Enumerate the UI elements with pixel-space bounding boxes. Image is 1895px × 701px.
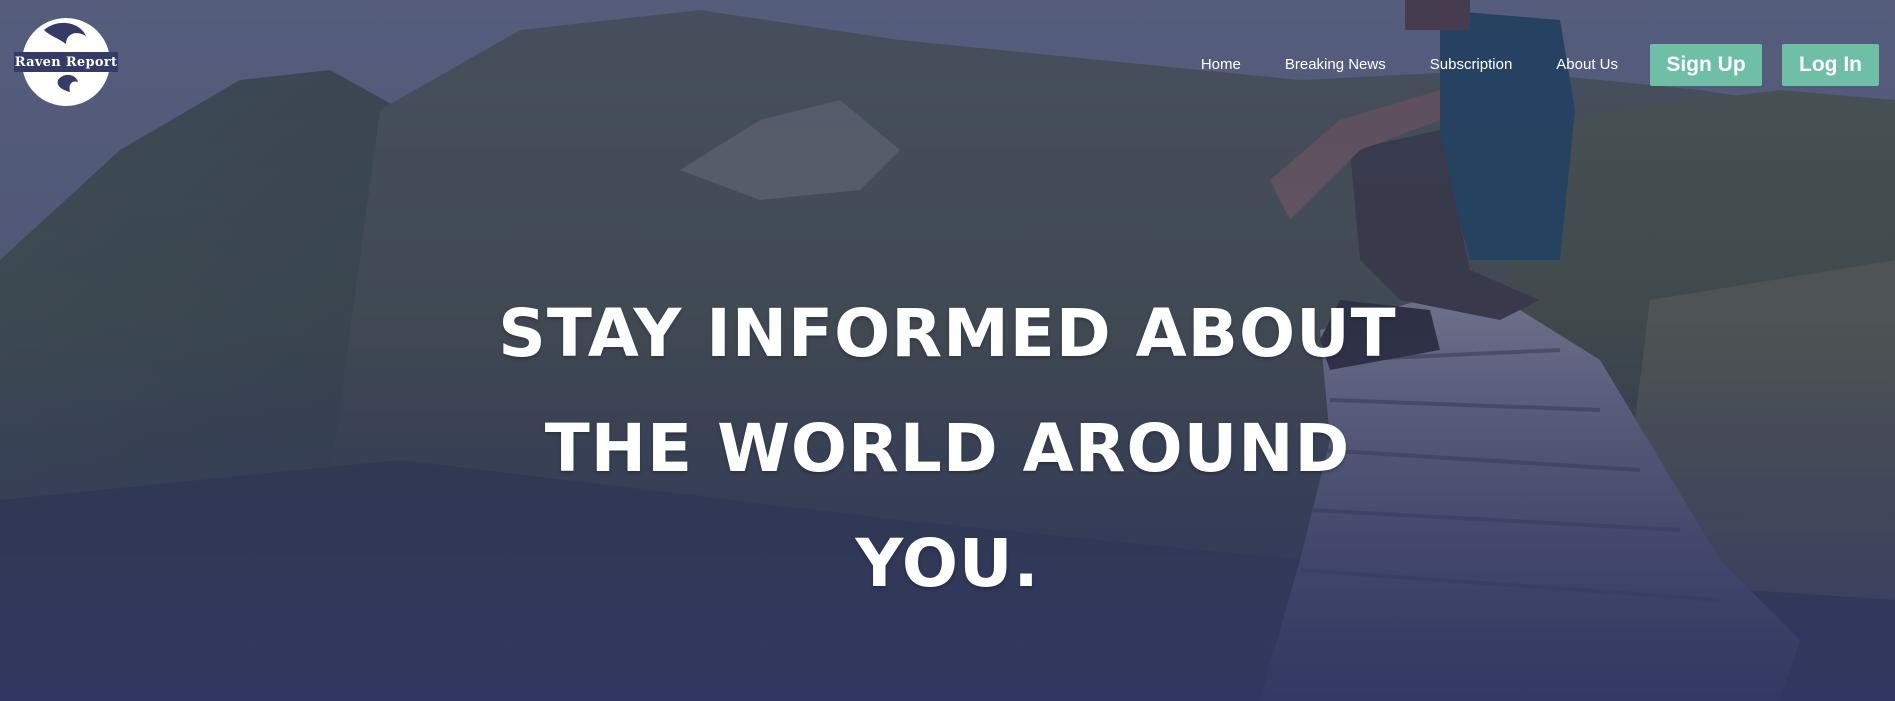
sign-up-button[interactable]: Sign Up [1650, 44, 1762, 86]
nav-link-home[interactable]: Home [1201, 44, 1241, 86]
nav-link-breaking-news[interactable]: Breaking News [1285, 44, 1386, 86]
hero-headline: STAY INFORMED ABOUT THE WORLD AROUND YOU… [0, 276, 1895, 621]
headline-line-1: STAY INFORMED ABOUT [498, 295, 1397, 373]
nav-link-subscription[interactable]: Subscription [1430, 44, 1513, 86]
headline-line-3: YOU. [855, 525, 1040, 603]
logo-text: Raven Report [14, 55, 118, 70]
log-in-button[interactable]: Log In [1782, 44, 1879, 86]
headline-line-2: THE WORLD AROUND [544, 410, 1351, 488]
raven-report-logo[interactable]: Raven Report [14, 14, 118, 106]
nav-link-about-us[interactable]: About Us [1556, 44, 1618, 86]
hero-section: Raven Report Home Breaking News Subscrip… [0, 0, 1895, 701]
main-navigation: Home Breaking News Subscription About Us… [1201, 44, 1879, 86]
